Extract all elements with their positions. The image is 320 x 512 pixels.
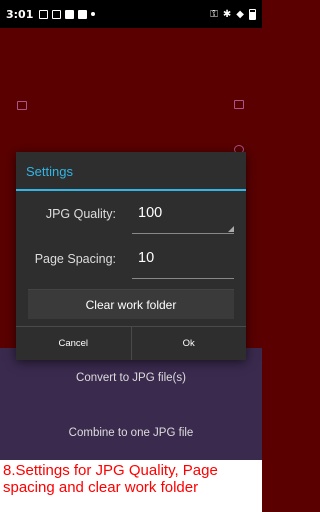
dropdown-triangle-icon[interactable] — [228, 226, 234, 232]
status-bar: 3:01 ⚿ ✱ ◆ — [0, 0, 262, 28]
settings-dialog: Settings JPG Quality: 100 Page Spacing: … — [16, 152, 246, 360]
wifi-icon: ◆ — [236, 8, 244, 20]
key-icon: ⚿ — [210, 8, 218, 20]
caption-text: 8.Settings for JPG Quality, Page spacing… — [0, 460, 262, 512]
combine-to-one-jpg-button[interactable]: Combine to one JPG file — [0, 427, 262, 439]
status-time: 3:01 — [6, 7, 34, 21]
gallery-notification-icon — [52, 9, 62, 19]
jpg-quality-underline — [132, 233, 234, 234]
ok-button[interactable]: Ok — [130, 327, 247, 360]
notification-icons — [39, 9, 96, 19]
page-spacing-label: Page Spacing: — [34, 252, 116, 266]
system-icons: ⚿ ✱ ◆ — [210, 8, 256, 20]
file-icon[interactable] — [17, 101, 27, 110]
bluetooth-icon: ✱ — [222, 8, 232, 20]
cancel-button[interactable]: Cancel — [16, 327, 131, 360]
copy-icon[interactable] — [234, 100, 244, 109]
clear-work-folder-button[interactable]: Clear work folder — [28, 289, 234, 319]
title-divider — [16, 189, 246, 191]
dialog-title: Settings — [26, 164, 73, 179]
jpg-quality-spinner[interactable]: 100 — [138, 205, 162, 221]
dialog-button-bar: Cancel Ok — [16, 326, 246, 360]
app-notification-icon — [65, 9, 75, 19]
page-spacing-input[interactable]: 10 — [138, 250, 154, 266]
p-notification-icon — [78, 9, 88, 19]
battery-icon — [249, 8, 256, 20]
convert-to-jpg-button[interactable]: Convert to JPG file(s) — [0, 372, 262, 384]
page-spacing-underline — [132, 278, 234, 279]
more-notifications-icon — [91, 12, 96, 16]
image-notification-icon — [39, 9, 49, 19]
app-background-bottom — [0, 348, 262, 460]
jpg-quality-label: JPG Quality: — [45, 207, 116, 221]
